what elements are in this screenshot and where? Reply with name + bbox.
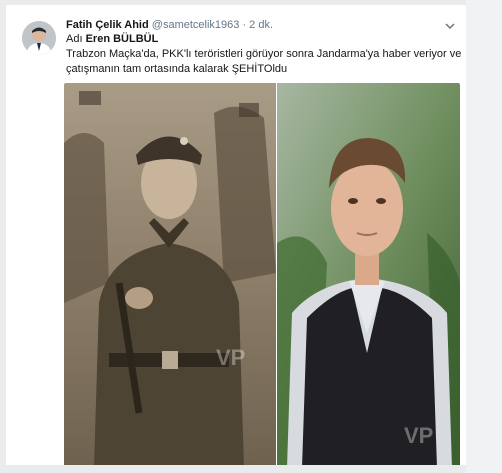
photo-right[interactable] <box>277 83 460 465</box>
tweet-time[interactable]: 2 dk. <box>249 19 273 31</box>
chevron-down-icon[interactable] <box>444 21 456 31</box>
line1-name: Eren BÜLBÜL <box>85 33 159 45</box>
tweet-text-line-2: Trabzon Maçka'da, PKK'lı teröristleri gö… <box>66 48 462 60</box>
tweet-header: Fatih Çelik Ahid @sametcelik1963 · 2 dk. <box>66 19 273 31</box>
tweet-media[interactable]: VP VP <box>64 83 460 465</box>
meta-separator: · <box>239 19 250 31</box>
tweet-text-line-3: çatışmanın tam ortasında kalarak ŞEHİTOl… <box>66 63 288 75</box>
watermark-right: VP <box>404 423 434 448</box>
tweet-card[interactable]: Fatih Çelik Ahid @sametcelik1963 · 2 dk.… <box>6 5 466 465</box>
avatar[interactable] <box>22 21 56 55</box>
author-name[interactable]: Fatih Çelik Ahid <box>66 19 149 31</box>
line1-prefix: Adı <box>66 33 86 45</box>
tweet-text-line-1: Adı Eren BÜLBÜL <box>66 33 158 45</box>
photo-left[interactable] <box>64 83 276 465</box>
watermark-left: VP <box>216 345 246 370</box>
author-handle[interactable]: @sametcelik1963 <box>152 19 240 31</box>
page-background-strip <box>466 0 502 473</box>
